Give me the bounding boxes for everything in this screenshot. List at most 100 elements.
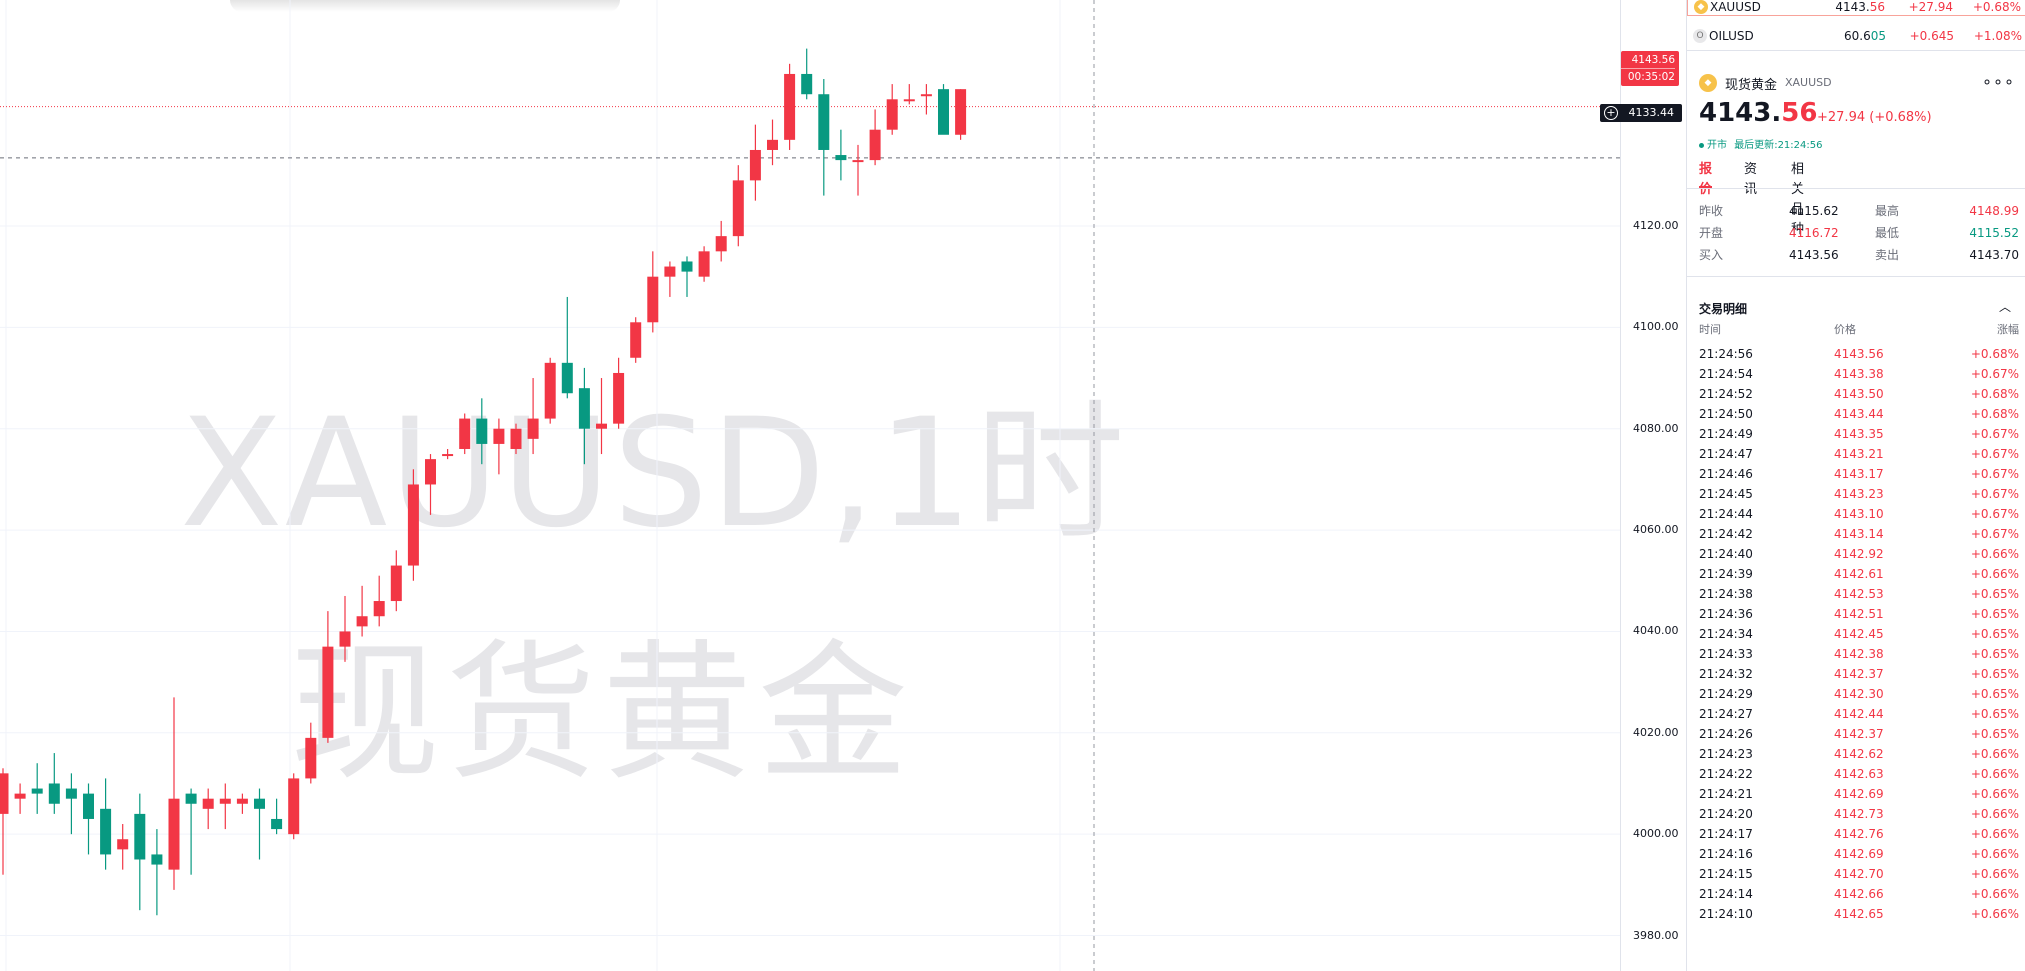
candle bbox=[749, 124, 761, 201]
trade-time: 21:24:26 bbox=[1699, 727, 1753, 741]
trade-change-pct: +0.67% bbox=[1970, 527, 2019, 541]
candle-body bbox=[749, 149, 761, 181]
candle bbox=[715, 220, 727, 262]
trade-row: 21:24:20 4142.73 +0.66% bbox=[1699, 804, 2019, 824]
candle bbox=[681, 256, 693, 297]
candle-body bbox=[459, 418, 471, 449]
candle bbox=[510, 423, 522, 455]
stat-label: 昨收 bbox=[1699, 204, 1724, 218]
candle-body bbox=[920, 94, 932, 97]
candle bbox=[630, 317, 642, 363]
candle bbox=[698, 246, 710, 282]
candle-body bbox=[168, 798, 180, 870]
candle bbox=[818, 79, 830, 196]
chart-area[interactable]: XAUUSD,1时 现货黄金 bbox=[0, 0, 1620, 971]
divider bbox=[1687, 188, 2025, 189]
candle-body bbox=[356, 616, 368, 627]
trade-time: 21:24:15 bbox=[1699, 867, 1753, 881]
candle bbox=[493, 418, 505, 475]
stat-label: 最高 bbox=[1875, 204, 1900, 218]
price-tick-label: 4020.00 bbox=[1633, 725, 1679, 739]
trade-row: 21:24:47 4143.21 +0.67% bbox=[1699, 444, 2019, 464]
price-tick-label: 4040.00 bbox=[1633, 624, 1679, 638]
candle-body bbox=[715, 236, 727, 252]
trade-time: 21:24:46 bbox=[1699, 467, 1753, 481]
chevron-up-icon[interactable]: ︿ bbox=[1999, 298, 2011, 315]
trade-price: 4142.62 bbox=[1834, 747, 1884, 761]
candle-body bbox=[561, 362, 573, 394]
trade-time: 21:24:27 bbox=[1699, 707, 1753, 721]
price-tick-label: 3980.00 bbox=[1633, 928, 1679, 942]
candle-body bbox=[613, 372, 625, 424]
candle-body bbox=[117, 839, 129, 850]
watchlist-row-oilusd[interactable]: O OILUSD 60.605 +0.645 +1.08% bbox=[1687, 26, 2025, 46]
trade-row: 21:24:40 4142.92 +0.66% bbox=[1699, 544, 2019, 564]
more-options-icon[interactable]: ∘∘∘ bbox=[1982, 72, 2015, 91]
candle bbox=[442, 448, 454, 460]
trade-price: 4142.45 bbox=[1834, 627, 1884, 641]
candle bbox=[373, 575, 385, 627]
candle bbox=[527, 378, 539, 455]
candle bbox=[476, 398, 488, 465]
trade-price: 4142.69 bbox=[1834, 847, 1884, 861]
trade-time: 21:24:56 bbox=[1699, 347, 1753, 361]
candle bbox=[835, 129, 847, 181]
trade-row: 21:24:22 4142.63 +0.66% bbox=[1699, 764, 2019, 784]
watchlist-change-pct: +0.68% bbox=[1972, 0, 2021, 14]
candle-body bbox=[185, 793, 197, 804]
trade-change-pct: +0.67% bbox=[1970, 367, 2019, 381]
price-axis[interactable]: 4120.00 4100.00 4080.00 4060.00 4040.00 4020.… bbox=[1620, 0, 1686, 971]
candle-body bbox=[955, 89, 967, 135]
gold-coin-icon: ◆ bbox=[1699, 74, 1717, 92]
candle bbox=[955, 89, 967, 140]
trade-time: 21:24:16 bbox=[1699, 847, 1753, 861]
trade-time: 21:24:17 bbox=[1699, 827, 1753, 841]
candle-body bbox=[903, 99, 915, 102]
trade-change-pct: +0.66% bbox=[1970, 827, 2019, 841]
candle-body bbox=[288, 778, 300, 835]
candle-body bbox=[14, 793, 26, 799]
trade-time: 21:24:49 bbox=[1699, 427, 1753, 441]
stat-value: 4148.99 bbox=[1969, 204, 2019, 218]
candle bbox=[920, 84, 932, 115]
candle bbox=[938, 84, 949, 135]
trade-price: 4142.70 bbox=[1834, 867, 1884, 881]
trade-price: 4142.44 bbox=[1834, 707, 1884, 721]
candle bbox=[886, 84, 898, 135]
trade-price: 4142.37 bbox=[1834, 727, 1884, 741]
trade-change-pct: +0.67% bbox=[1970, 507, 2019, 521]
stat-row: 昨收 4115.62 最高 4148.99 bbox=[1699, 200, 2019, 222]
trade-change-pct: +0.66% bbox=[1970, 847, 2019, 861]
candle-body bbox=[664, 266, 676, 277]
trade-price: 4142.51 bbox=[1834, 607, 1884, 621]
trade-row: 21:24:52 4143.50 +0.68% bbox=[1699, 384, 2019, 404]
crosshair-price-tag[interactable]: + 4133.44 bbox=[1600, 104, 1682, 122]
tab-related[interactable]: 相关品种 bbox=[1791, 160, 1804, 237]
watchlist-symbol: XAUUSD bbox=[1710, 0, 1761, 14]
tab-quote[interactable]: 报价 bbox=[1699, 160, 1713, 197]
watchlist-row-xauusd[interactable]: ◆ XAUUSD 4143.56 +27.94 +0.68% bbox=[1687, 0, 2025, 16]
watchlist-change: +0.645 bbox=[1909, 29, 1954, 43]
market-status: 开市 最后更新:21:24:56 bbox=[1699, 136, 1822, 151]
trade-row: 21:24:54 4143.38 +0.67% bbox=[1699, 364, 2019, 384]
candle bbox=[459, 413, 471, 455]
header-pct: 涨幅 bbox=[1997, 323, 2019, 336]
trade-time: 21:24:22 bbox=[1699, 767, 1753, 781]
trade-time: 21:24:50 bbox=[1699, 407, 1753, 421]
trade-change-pct: +0.68% bbox=[1970, 407, 2019, 421]
candle bbox=[561, 296, 573, 399]
candle-body bbox=[339, 631, 351, 647]
tab-news[interactable]: 资讯 bbox=[1744, 160, 1757, 197]
candle bbox=[100, 778, 112, 870]
candle-body bbox=[852, 160, 864, 163]
candle-body bbox=[151, 854, 163, 865]
candle-body bbox=[698, 251, 710, 277]
add-alert-icon[interactable]: + bbox=[1604, 106, 1618, 120]
candle-body bbox=[305, 737, 317, 779]
trade-time: 21:24:23 bbox=[1699, 747, 1753, 761]
trade-price: 4142.92 bbox=[1834, 547, 1884, 561]
trade-price: 4142.76 bbox=[1834, 827, 1884, 841]
candlestick-chart[interactable] bbox=[0, 0, 1620, 971]
trade-time: 21:24:32 bbox=[1699, 667, 1753, 681]
trade-time: 21:24:20 bbox=[1699, 807, 1753, 821]
